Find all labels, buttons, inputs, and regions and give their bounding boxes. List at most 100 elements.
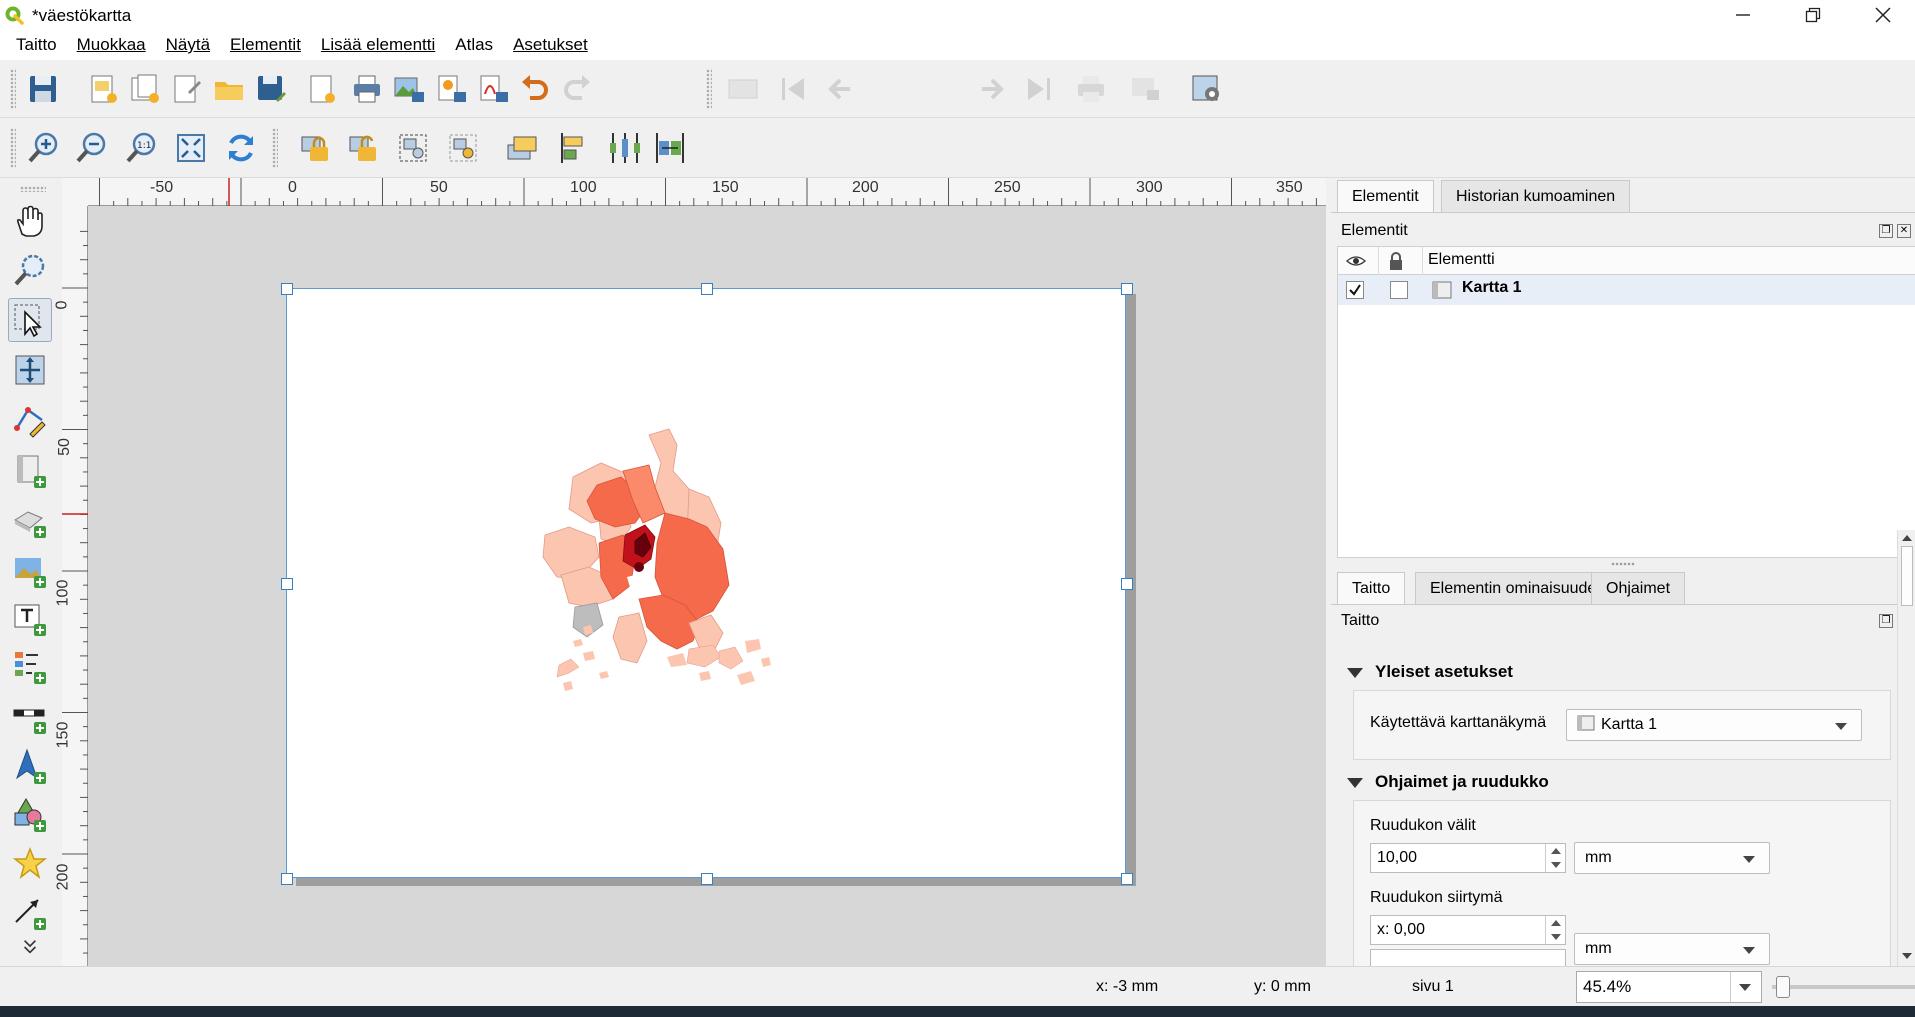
resize-handle[interactable] xyxy=(281,578,293,590)
menu-muokkaa[interactable]: Muokkaa xyxy=(67,30,156,60)
toolbar-grip[interactable] xyxy=(20,186,46,192)
grid-spacing-unit-combo[interactable]: mm xyxy=(1574,842,1770,874)
splitter-handle[interactable] xyxy=(1611,562,1635,566)
minimize-button[interactable] xyxy=(1708,0,1778,30)
export-image-button[interactable] xyxy=(388,68,430,110)
column-header-elementti[interactable]: Elementti xyxy=(1428,251,1495,269)
vertical-scrollbar[interactable] xyxy=(1897,530,1915,966)
horizontal-ruler[interactable]: -50 0 50 100 150 200 250 300 350 xyxy=(88,178,1326,206)
align-items-button[interactable] xyxy=(546,127,602,169)
add-legend-tool[interactable] xyxy=(8,644,52,688)
pan-tool[interactable] xyxy=(8,200,52,244)
grid-offset-x-spinbox[interactable]: x: 0,00 xyxy=(1370,915,1566,945)
first-feature-button[interactable] xyxy=(772,68,814,110)
group-items-button[interactable] xyxy=(392,127,434,169)
grid-offset-unit-combo[interactable]: mm xyxy=(1574,933,1770,965)
map-view-combo[interactable]: Kartta 1 xyxy=(1566,709,1862,741)
zoom-slider-thumb[interactable] xyxy=(1776,976,1790,998)
resize-handle[interactable] xyxy=(1121,283,1133,295)
close-icon[interactable]: ✕ xyxy=(1897,224,1911,238)
layout-page[interactable] xyxy=(281,283,1133,885)
add-picture-tool[interactable] xyxy=(8,548,52,592)
group-yleiset-asetukset[interactable]: Yleiset asetukset xyxy=(1347,662,1513,682)
close-button[interactable] xyxy=(1848,0,1915,30)
zoom-slider-track[interactable] xyxy=(1772,985,1915,989)
group-ohjaimet-ja-ruudukko[interactable]: Ohjaimet ja ruudukko xyxy=(1347,772,1549,792)
add-label-tool[interactable] xyxy=(8,596,52,640)
toolbar-grip[interactable] xyxy=(706,69,712,109)
add-map-tool[interactable] xyxy=(8,448,52,492)
save-layout-button[interactable] xyxy=(22,68,64,110)
menu-asetukset[interactable]: Asetukset xyxy=(503,30,598,60)
atlas-preview-button[interactable] xyxy=(722,68,764,110)
layout-manager-button[interactable] xyxy=(166,68,208,110)
toolbar-grip[interactable] xyxy=(10,69,16,109)
restore-button[interactable] xyxy=(1778,0,1848,30)
float-icon[interactable]: ❐ xyxy=(1879,614,1893,628)
tab-elementin-ominaisuudet[interactable]: Elementin ominaisuudet xyxy=(1415,572,1616,604)
select-move-tool[interactable] xyxy=(8,298,52,342)
tab-taitto[interactable]: Taitto xyxy=(1337,572,1406,604)
resize-handle[interactable] xyxy=(281,283,293,295)
menu-elementit[interactable]: Elementit xyxy=(220,30,311,60)
spin-buttons[interactable] xyxy=(1545,916,1565,944)
resize-handle[interactable] xyxy=(701,873,713,885)
last-feature-button[interactable] xyxy=(1018,68,1060,110)
new-layout-button[interactable] xyxy=(82,68,124,110)
resize-handle[interactable] xyxy=(1121,873,1133,885)
move-content-tool[interactable] xyxy=(8,348,52,392)
toolbar-grip[interactable] xyxy=(272,128,278,168)
print-atlas-button[interactable] xyxy=(1070,68,1112,110)
zoom-combo[interactable]: 45.4% xyxy=(1576,971,1762,1003)
items-table[interactable]: Elementti Kartta 1 xyxy=(1337,246,1915,558)
redo-button[interactable] xyxy=(556,68,598,110)
vertical-ruler[interactable]: 0 50 100 150 200 xyxy=(53,206,88,966)
add-scalebar-tool[interactable] xyxy=(8,694,52,738)
next-feature-button[interactable] xyxy=(970,68,1012,110)
print-button[interactable] xyxy=(346,68,388,110)
zoom-full-button[interactable] xyxy=(170,127,212,169)
export-svg-button[interactable] xyxy=(430,68,472,110)
visibility-checkbox[interactable] xyxy=(1346,281,1364,299)
add-3d-map-tool[interactable] xyxy=(8,498,52,542)
save-template-button[interactable] xyxy=(250,68,292,110)
tab-historian-kumoaminen[interactable]: Historian kumoaminen xyxy=(1441,180,1631,212)
previous-feature-button[interactable] xyxy=(820,68,862,110)
export-pdf-button[interactable] xyxy=(472,68,514,110)
resize-handle[interactable] xyxy=(701,283,713,295)
grid-spacing-spinbox[interactable]: 10,00 xyxy=(1370,843,1566,873)
resize-handle[interactable] xyxy=(281,873,293,885)
menu-lisaa-elementti[interactable]: Lisää elementti xyxy=(311,30,445,60)
layout-canvas[interactable] xyxy=(88,206,1326,966)
export-atlas-button[interactable] xyxy=(1118,68,1174,110)
add-north-arrow-tool[interactable] xyxy=(8,744,52,788)
menu-nayta[interactable]: Näytä xyxy=(156,30,220,60)
resize-handle[interactable] xyxy=(1121,578,1133,590)
add-arrow-tool[interactable] xyxy=(8,890,52,934)
edit-nodes-tool[interactable] xyxy=(8,398,52,442)
float-icon[interactable]: ❐ xyxy=(1879,224,1893,238)
toolbar-grip[interactable] xyxy=(10,128,16,168)
open-template-button[interactable] xyxy=(208,68,250,110)
tab-elementit[interactable]: Elementit xyxy=(1337,180,1434,212)
map-item-kartta-1[interactable] xyxy=(539,427,829,747)
menu-taitto[interactable]: Taitto xyxy=(6,30,67,60)
resize-items-button[interactable] xyxy=(642,127,698,169)
duplicate-layout-button[interactable] xyxy=(124,68,166,110)
zoom-100-button[interactable]: 1:1 xyxy=(120,127,162,169)
add-shape-tool[interactable] xyxy=(8,792,52,836)
spin-buttons[interactable] xyxy=(1545,844,1565,872)
add-marker-tool[interactable] xyxy=(8,842,52,886)
zoom-tool[interactable] xyxy=(8,248,52,292)
ungroup-items-button[interactable] xyxy=(442,127,484,169)
zoom-out-button[interactable] xyxy=(70,127,112,169)
tab-ohjaimet[interactable]: Ohjaimet xyxy=(1591,572,1686,604)
unlock-items-button[interactable] xyxy=(342,127,384,169)
lock-checkbox[interactable] xyxy=(1390,281,1408,299)
table-row[interactable]: Kartta 1 xyxy=(1338,275,1915,305)
raise-items-button[interactable] xyxy=(494,127,550,169)
scroll-thumb[interactable] xyxy=(1901,546,1913,606)
undo-button[interactable] xyxy=(514,68,556,110)
menu-atlas[interactable]: Atlas xyxy=(445,30,503,60)
more-tools-button[interactable] xyxy=(8,934,52,960)
